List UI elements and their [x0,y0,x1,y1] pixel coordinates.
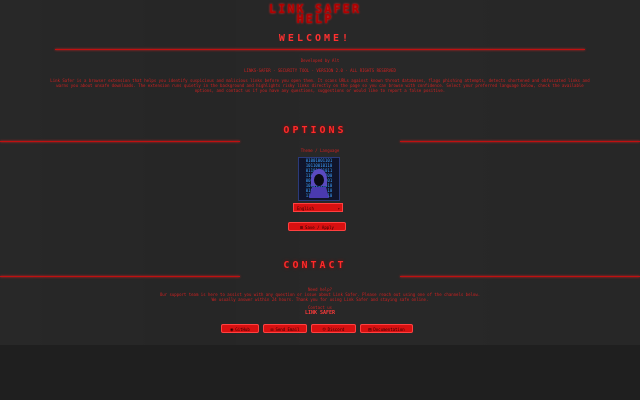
brand-name: LINK SAFER [304,310,336,316]
page-footer-area [0,345,640,400]
intro-paragraph: Link Safer is a browser extension that h… [50,78,590,94]
language-select-value: English [297,206,314,211]
github-button[interactable]: ◉ GitHub [221,324,259,333]
divider [400,141,640,142]
documentation-button-label: Documentation [373,327,405,332]
github-button-label: GitHub [235,327,250,332]
document-icon: ▤ [368,327,372,333]
save-icon: ⊞ [300,225,304,231]
language-select[interactable]: English ▾ [293,203,343,212]
hacker-hood-icon [309,169,329,198]
page-title-line2: HELP [296,12,334,26]
email-icon: ✉ [270,327,274,333]
options-heading: OPTIONS [283,125,347,136]
discord-button[interactable]: ☺ Discord [311,324,356,333]
save-button[interactable]: ⊞ Save / Apply [288,222,346,231]
contact-heading: CONTACT [283,260,347,271]
meta-text: LINKS-SAFER · SECURITY TOOL · VERSION 2.… [244,68,396,73]
page-title: LINK SAFER HELP [230,3,400,26]
welcome-heading: WELCOME! [278,33,352,44]
author-text: Developed by Alt [300,58,340,63]
github-icon: ◉ [230,327,234,333]
save-button-label: Save / Apply [305,225,334,230]
theme-label: Theme / Language [300,148,340,153]
divider [400,276,640,277]
divider [0,276,240,277]
email-button[interactable]: ✉ Send Email [263,324,307,333]
contact-line3: We usually answer within 24 hours. Thank… [211,297,429,302]
documentation-button[interactable]: ▤ Documentation [360,324,413,333]
divider [55,49,585,50]
email-button-label: Send Email [275,327,300,332]
chevron-down-icon: ▾ [337,206,340,211]
discord-icon: ☺ [322,327,326,333]
avatar: 01001001101 10110010110 01101001011 1101… [298,157,340,201]
divider [0,141,240,142]
discord-button-label: Discord [327,327,345,332]
